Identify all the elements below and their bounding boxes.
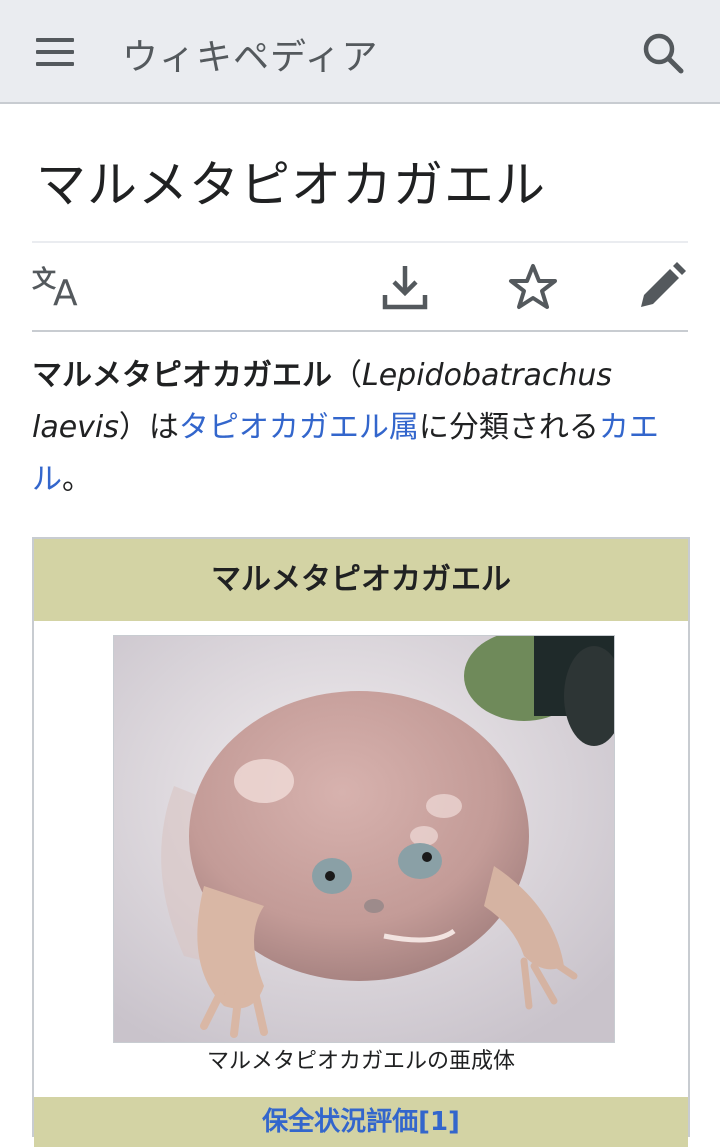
page-title: マルメタピオカガエル — [36, 156, 546, 214]
lead-paragraph: マルメタピオカガエル（Lepidobatrachus laevis）はタピオカガ… — [32, 350, 672, 506]
image-caption: マルメタピオカガエルの亜成体 — [206, 1049, 515, 1074]
frog-photo[interactable] — [113, 631, 624, 1043]
toolbar-divider — [32, 330, 688, 332]
svg-text:A: A — [53, 273, 78, 309]
conservation-status-header[interactable]: 保全状況評価[1] — [34, 1097, 688, 1147]
star-icon[interactable] — [508, 263, 558, 311]
infobox: マルメタピオカガエル マルメタピオカガエルの亜成体 保全状況評価[1] — [32, 537, 690, 1147]
infobox-header: マルメタピオカガエル — [34, 539, 688, 621]
site-name[interactable]: ウィキペディア — [122, 28, 378, 80]
hamburger-menu-icon[interactable] — [36, 38, 76, 68]
paren-open: （ — [332, 358, 362, 393]
download-icon[interactable] — [380, 262, 430, 312]
edit-pencil-icon[interactable] — [636, 262, 686, 312]
text-mid: に分類される — [418, 410, 599, 445]
language-icon[interactable]: 文 A — [32, 263, 86, 314]
paren-close: ）は — [118, 410, 179, 445]
title-divider — [32, 241, 688, 243]
bold-name: マルメタピオカガエル — [32, 358, 332, 393]
top-bar: ウィキペディア — [0, 0, 720, 104]
link-genus[interactable]: タピオカガエル属 — [179, 410, 419, 445]
search-icon[interactable] — [640, 30, 686, 76]
text-end: 。 — [62, 462, 92, 497]
